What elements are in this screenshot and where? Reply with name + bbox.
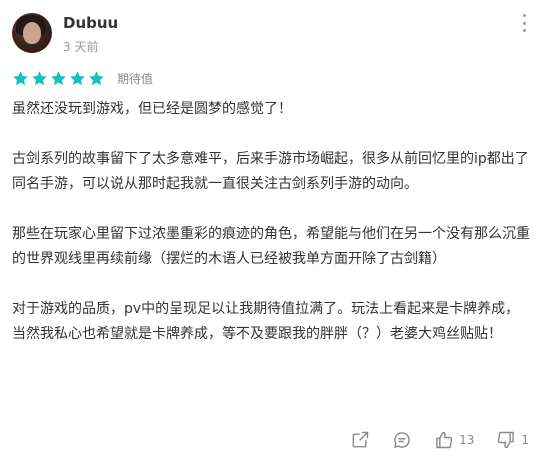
action-bar: 13 1: [328, 430, 529, 450]
share-button[interactable]: [350, 430, 370, 450]
thumbs-up-icon: [436, 431, 453, 449]
star-icon: [13, 71, 28, 86]
review-paragraph: 那些在玩家心里留下过浓墨重彩的痕迹的角色，希望能与他们在另一个没有那么沉重的世界…: [12, 226, 530, 267]
avatar[interactable]: [12, 13, 52, 53]
more-dot: [522, 29, 526, 32]
more-options-icon[interactable]: [517, 14, 531, 32]
star-icon: [51, 71, 66, 86]
share-icon: [352, 431, 369, 448]
star-icon: [32, 71, 47, 86]
thumbs-down-icon: [498, 431, 515, 449]
comment-icon: [394, 432, 410, 448]
dislike-button[interactable]: 1: [496, 430, 529, 450]
rating-label: 期待值: [117, 72, 154, 86]
comment-button[interactable]: [392, 430, 412, 450]
review-paragraph: 虽然还没玩到游戏，但已经是圆梦的感觉了！: [12, 101, 292, 117]
like-count: 13: [459, 433, 475, 447]
username[interactable]: Dubuu: [63, 14, 118, 32]
dislike-count: 1: [521, 433, 529, 447]
post-time: 3 天前: [63, 40, 99, 54]
review-paragraph: 对于游戏的品质，pv中的呈现足以让我期待值拉满了。玩法上看起来是卡牌养成，当然我…: [12, 301, 520, 342]
more-dot: [522, 14, 526, 17]
review-paragraph: 古剑系列的故事留下了太多意难平，后来手游市场崛起，很多从前回忆里的ip都出了同名…: [12, 151, 529, 192]
avatar-face: [23, 22, 41, 44]
more-dot: [522, 21, 526, 25]
star-icon: [89, 71, 104, 86]
like-button[interactable]: 13: [434, 430, 474, 450]
star-rating: 期待值: [12, 70, 153, 87]
review-text: 虽然还没玩到游戏，但已经是圆梦的感觉了！ 古剑系列的故事留下了太多意难平，后来手…: [12, 97, 532, 372]
star-icon: [70, 71, 85, 86]
